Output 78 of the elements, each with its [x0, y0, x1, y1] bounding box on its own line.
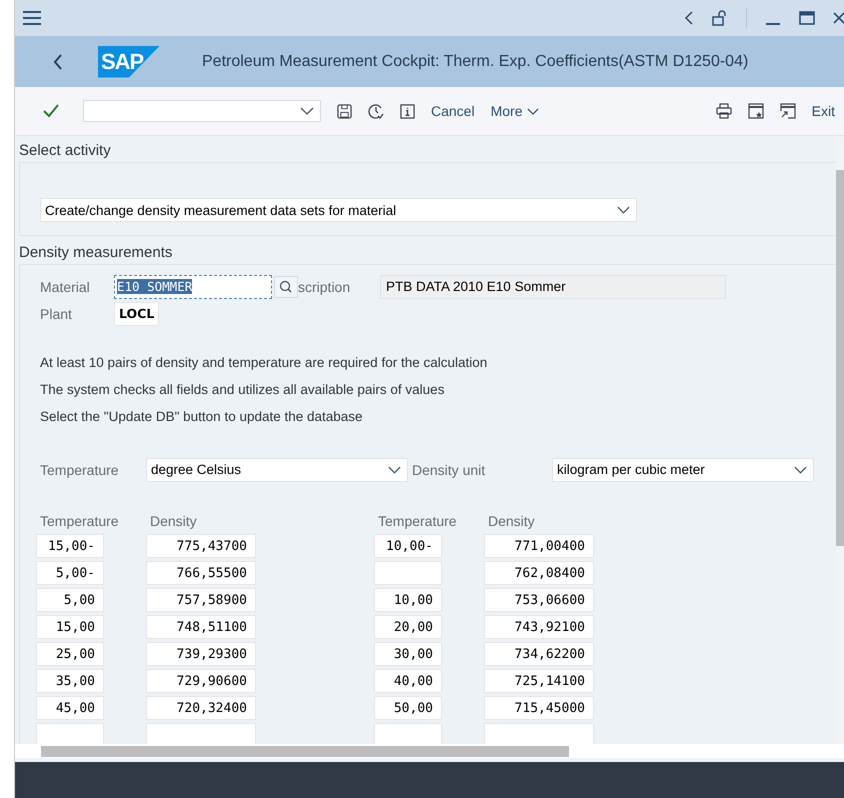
vertical-scrollbar[interactable] — [836, 136, 844, 744]
temperature-field[interactable] — [36, 723, 104, 744]
temperature-field[interactable] — [374, 723, 442, 744]
cancel-button[interactable]: Cancel — [431, 101, 475, 121]
temperature-field[interactable]: 30,00 — [374, 642, 442, 666]
density-unit-dropdown[interactable]: kilogram per cubic meter — [552, 458, 814, 482]
temperature-field[interactable]: 45,00 — [36, 696, 104, 720]
temperature-field[interactable] — [374, 561, 442, 585]
window-arrow-icon[interactable] — [780, 103, 796, 119]
activity-dropdown[interactable]: Create/change density measurement data sets for material — [40, 198, 637, 222]
clock-icon[interactable] — [368, 103, 384, 119]
density-field[interactable]: 771,00400 — [484, 534, 594, 558]
horizontal-scrollbar[interactable] — [15, 744, 844, 758]
description-field: PTB DATA 2010 E10 Sommer — [380, 274, 726, 298]
temperature-field[interactable]: 15,00- — [36, 534, 104, 558]
density-field[interactable]: 753,06600 — [484, 588, 594, 612]
chevron-icon[interactable] — [617, 206, 630, 214]
temperature-field[interactable]: 25,00 — [36, 642, 104, 666]
temperature-field[interactable]: 50,00 — [374, 696, 442, 720]
exit-button[interactable]: Exit — [812, 101, 835, 121]
density-field[interactable] — [484, 723, 594, 744]
density-field[interactable]: 725,14100 — [484, 669, 594, 693]
chevron-icon[interactable] — [388, 466, 401, 474]
print-icon[interactable] — [716, 103, 732, 119]
density-field[interactable]: 734,62200 — [484, 642, 594, 666]
temperature-field[interactable]: 35,00 — [36, 669, 104, 693]
info-icon[interactable] — [400, 104, 415, 118]
density-field[interactable]: 748,51100 — [146, 615, 256, 639]
save-icon[interactable] — [337, 104, 352, 118]
column-header: Temperature — [377, 512, 458, 528]
density-field[interactable]: 762,08400 — [484, 561, 594, 585]
info-text: At least 10 pairs of density and temperature are required for the calculation — [40, 354, 488, 372]
column-header: Density — [149, 512, 198, 528]
section-title: Select activity — [19, 141, 112, 161]
unlock-icon[interactable] — [712, 10, 728, 26]
density-field[interactable]: 720,32400 — [146, 696, 256, 720]
density-field[interactable]: 729,90600 — [146, 669, 256, 693]
temperature-field[interactable]: 5,00 — [36, 588, 104, 612]
temperature-field[interactable]: 5,00- — [36, 561, 104, 585]
info-text: The system checks all fields and utilizes all available pairs of values — [40, 381, 446, 399]
command-field[interactable] — [83, 100, 321, 122]
density-field[interactable]: 775,43700 — [146, 534, 256, 558]
temperature-field[interactable]: 40,00 — [374, 669, 442, 693]
section-title: Density measurements — [19, 243, 174, 263]
density-field[interactable]: 757,58900 — [146, 588, 256, 612]
temperature-field[interactable]: 20,00 — [374, 615, 442, 639]
density-field[interactable]: 739,29300 — [146, 642, 256, 666]
density-field[interactable]: 715,45000 — [484, 696, 594, 720]
temperature-field[interactable]: 10,00 — [374, 588, 442, 612]
chevron-icon — [526, 108, 538, 114]
field-label: Material — [40, 278, 91, 294]
field-label: Plant — [40, 306, 73, 322]
info-text: Select the "Update DB" button to update the database — [40, 408, 364, 426]
window-title: Petroleum Measurement Cockpit: Therm. Exp. Coefficients(ASTM D1250-04) — [202, 52, 748, 70]
density-field[interactable]: 766,55500 — [146, 561, 256, 585]
column-header: Temperature — [39, 512, 120, 528]
field-label: Density unit — [412, 462, 486, 478]
field-label: Temperature — [40, 462, 120, 478]
material-field[interactable]: E10 SOMMER — [114, 274, 272, 298]
back-icon[interactable] — [684, 11, 694, 25]
close-icon[interactable] — [833, 12, 844, 24]
plant-field[interactable]: LOCL — [114, 302, 160, 326]
temperature-field[interactable]: 10,00- — [374, 534, 442, 558]
density-field[interactable] — [146, 723, 256, 744]
more-button[interactable]: More — [490, 101, 538, 121]
maximize-icon[interactable] — [799, 10, 815, 26]
chevron-icon[interactable] — [300, 107, 314, 115]
logo: SAP — [98, 46, 160, 78]
temperature-unit-dropdown[interactable]: degree Celsius — [146, 458, 408, 482]
menu-icon[interactable] — [23, 11, 41, 25]
back-icon[interactable] — [53, 54, 63, 70]
column-header: Density — [487, 512, 536, 528]
chevron-icon[interactable] — [794, 466, 807, 474]
temperature-field[interactable]: 15,00 — [36, 615, 104, 639]
density-field[interactable]: 743,92100 — [484, 615, 594, 639]
search-icon[interactable] — [274, 276, 298, 298]
check-icon[interactable] — [43, 104, 59, 118]
field-label: scription — [298, 278, 352, 294]
